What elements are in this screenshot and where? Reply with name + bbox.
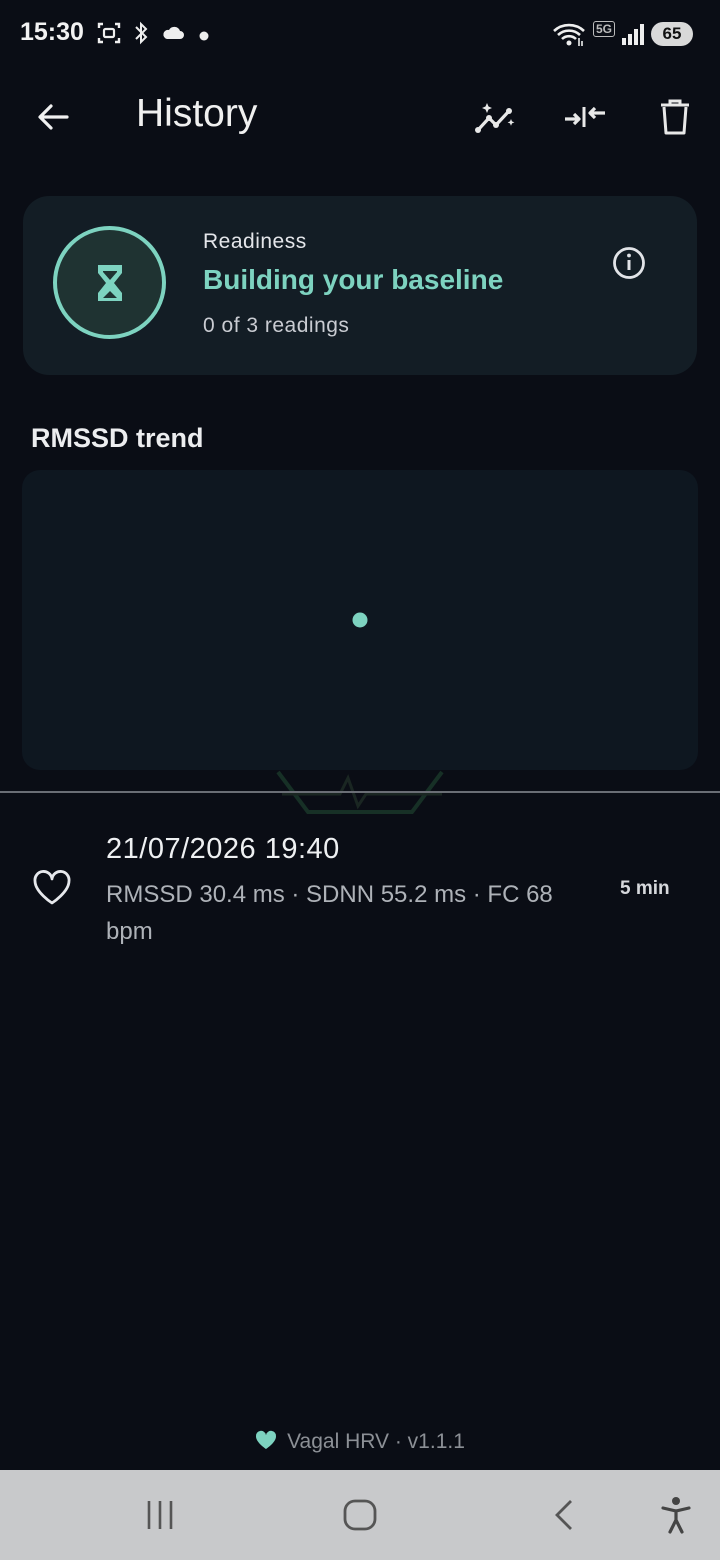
readiness-info-button[interactable]: [606, 240, 652, 286]
version-text: Vagal HRV · v1.1.1: [287, 1430, 465, 1453]
status-bar: 15:30 5G 65: [0, 0, 720, 68]
readiness-title: Building your baseline: [203, 264, 504, 295]
insights-button[interactable]: [470, 92, 520, 142]
chevron-left-icon: [555, 1500, 572, 1530]
delete-button[interactable]: [650, 92, 700, 142]
readiness-subtitle: 0 of 3 readings: [203, 314, 350, 337]
heart-icon: [255, 1430, 277, 1456]
readiness-label: Readiness: [203, 230, 307, 253]
bluetooth-icon: [132, 20, 150, 51]
home-button[interactable]: [330, 1490, 390, 1540]
hourglass-icon: [97, 264, 122, 301]
wifi-icon: [552, 22, 586, 53]
screenshot-icon: [96, 20, 122, 51]
system-nav-bar: [0, 1470, 720, 1560]
info-icon: [613, 247, 645, 279]
nav-back-button[interactable]: [534, 1490, 594, 1540]
session-date: 21/07/2026 19:40: [106, 833, 340, 865]
trend-point[interactable]: [352, 612, 368, 628]
network-type: 5G: [593, 21, 616, 37]
accessibility-icon: [661, 1497, 691, 1534]
rmssd-trend-chart: [22, 470, 698, 770]
page-title: History: [136, 92, 258, 135]
heart-outline-icon: [32, 870, 72, 911]
cloud-icon: [160, 20, 186, 51]
compare-icon: [565, 106, 605, 127]
signal-icon: [620, 22, 646, 51]
status-time: 15:30: [20, 18, 84, 46]
rmssd-trend-plot: [352, 612, 368, 628]
compare-button[interactable]: [560, 92, 610, 142]
back-arrow-icon: [38, 104, 69, 130]
readiness-ring: [53, 226, 166, 339]
session-duration: 5 min: [620, 878, 670, 899]
session-metrics: RMSSD 30.4 ms · SDNN 55.2 ms · FC 68 bpm: [106, 881, 553, 945]
home-icon: [343, 1499, 377, 1531]
trend-title: RMSSD trend: [31, 423, 204, 453]
section-divider: [0, 791, 720, 793]
back-button[interactable]: [28, 92, 78, 142]
battery-level: 65: [651, 22, 693, 46]
delete-icon: [661, 99, 689, 135]
accessibility-button[interactable]: [648, 1490, 704, 1540]
dot-icon: [199, 28, 209, 46]
recent-apps-icon: [147, 1501, 173, 1529]
recent-apps-button[interactable]: [130, 1490, 190, 1540]
trend-sparkle-icon: [475, 103, 515, 133]
app-version-footer: Vagal HRV · v1.1.1: [0, 1430, 720, 1456]
